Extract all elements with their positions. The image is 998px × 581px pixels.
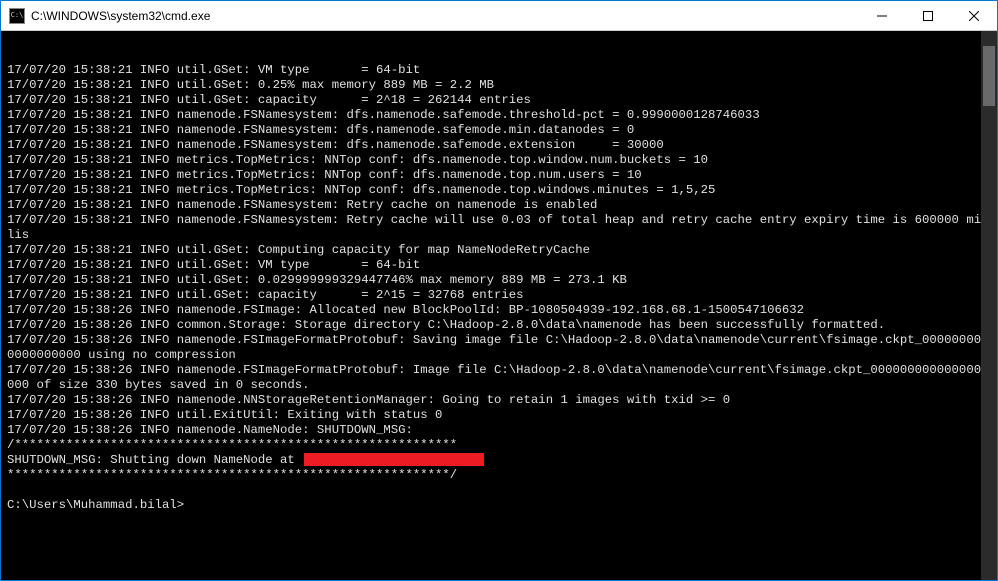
shutdown-border-bottom: ****************************************… <box>7 468 991 483</box>
log-line: 17/07/20 15:38:21 INFO namenode.FSNamesy… <box>7 198 991 213</box>
log-line: 17/07/20 15:38:21 INFO namenode.FSNamesy… <box>7 213 991 243</box>
log-line: 17/07/20 15:38:21 INFO namenode.FSNamesy… <box>7 138 991 153</box>
log-line: 17/07/20 15:38:21 INFO metrics.TopMetric… <box>7 183 991 198</box>
log-line: 17/07/20 15:38:21 INFO util.GSet: 0.0299… <box>7 273 991 288</box>
log-line: 17/07/20 15:38:21 INFO util.GSet: capaci… <box>7 288 991 303</box>
log-line: 17/07/20 15:38:21 INFO util.GSet: VM typ… <box>7 258 991 273</box>
log-line: 17/07/20 15:38:26 INFO namenode.NameNode… <box>7 423 991 438</box>
log-line: 17/07/20 15:38:21 INFO namenode.FSNamesy… <box>7 123 991 138</box>
titlebar[interactable]: C:\ C:\WINDOWS\system32\cmd.exe <box>1 1 997 31</box>
close-button[interactable] <box>951 1 997 30</box>
window-title: C:\WINDOWS\system32\cmd.exe <box>31 9 859 23</box>
cmd-window: C:\ C:\WINDOWS\system32\cmd.exe 17/07/20… <box>0 0 998 581</box>
log-line: 17/07/20 15:38:26 INFO namenode.FSImageF… <box>7 363 991 393</box>
log-line: 17/07/20 15:38:26 INFO namenode.NNStorag… <box>7 393 991 408</box>
log-line: 17/07/20 15:38:26 INFO util.ExitUtil: Ex… <box>7 408 991 423</box>
log-line: 17/07/20 15:38:21 INFO metrics.TopMetric… <box>7 168 991 183</box>
minimize-icon <box>877 11 887 21</box>
app-icon-label: C:\ <box>11 12 24 19</box>
log-line: 17/07/20 15:38:26 INFO namenode.FSImage:… <box>7 303 991 318</box>
close-icon <box>969 11 979 21</box>
shutdown-msg-text: SHUTDOWN_MSG: Shutting down NameNode at <box>7 453 302 467</box>
log-line: 17/07/20 15:38:21 INFO metrics.TopMetric… <box>7 153 991 168</box>
maximize-button[interactable] <box>905 1 951 30</box>
scrollbar-track[interactable] <box>981 31 997 580</box>
window-controls <box>859 1 997 30</box>
minimize-button[interactable] <box>859 1 905 30</box>
redacted-hostname <box>304 453 484 466</box>
command-prompt[interactable]: C:\Users\Muhammad.bilal> <box>7 498 991 513</box>
terminal-output[interactable]: 17/07/20 15:38:21 INFO util.GSet: VM typ… <box>1 31 997 580</box>
scrollbar-thumb[interactable] <box>983 46 995 106</box>
log-line: 17/07/20 15:38:21 INFO namenode.FSNamesy… <box>7 108 991 123</box>
shutdown-msg-line: SHUTDOWN_MSG: Shutting down NameNode at <box>7 453 991 468</box>
log-line: 17/07/20 15:38:21 INFO util.GSet: VM typ… <box>7 63 991 78</box>
log-line: 17/07/20 15:38:26 INFO common.Storage: S… <box>7 318 991 333</box>
log-line: 17/07/20 15:38:21 INFO util.GSet: capaci… <box>7 93 991 108</box>
maximize-icon <box>923 11 933 21</box>
shutdown-border-top: /***************************************… <box>7 438 991 453</box>
app-icon: C:\ <box>9 8 25 24</box>
log-line: 17/07/20 15:38:21 INFO util.GSet: Comput… <box>7 243 991 258</box>
scrollbar[interactable] <box>981 31 997 580</box>
log-line: 17/07/20 15:38:26 INFO namenode.FSImageF… <box>7 333 991 363</box>
blank-line <box>7 483 991 498</box>
log-line: 17/07/20 15:38:21 INFO util.GSet: 0.25% … <box>7 78 991 93</box>
